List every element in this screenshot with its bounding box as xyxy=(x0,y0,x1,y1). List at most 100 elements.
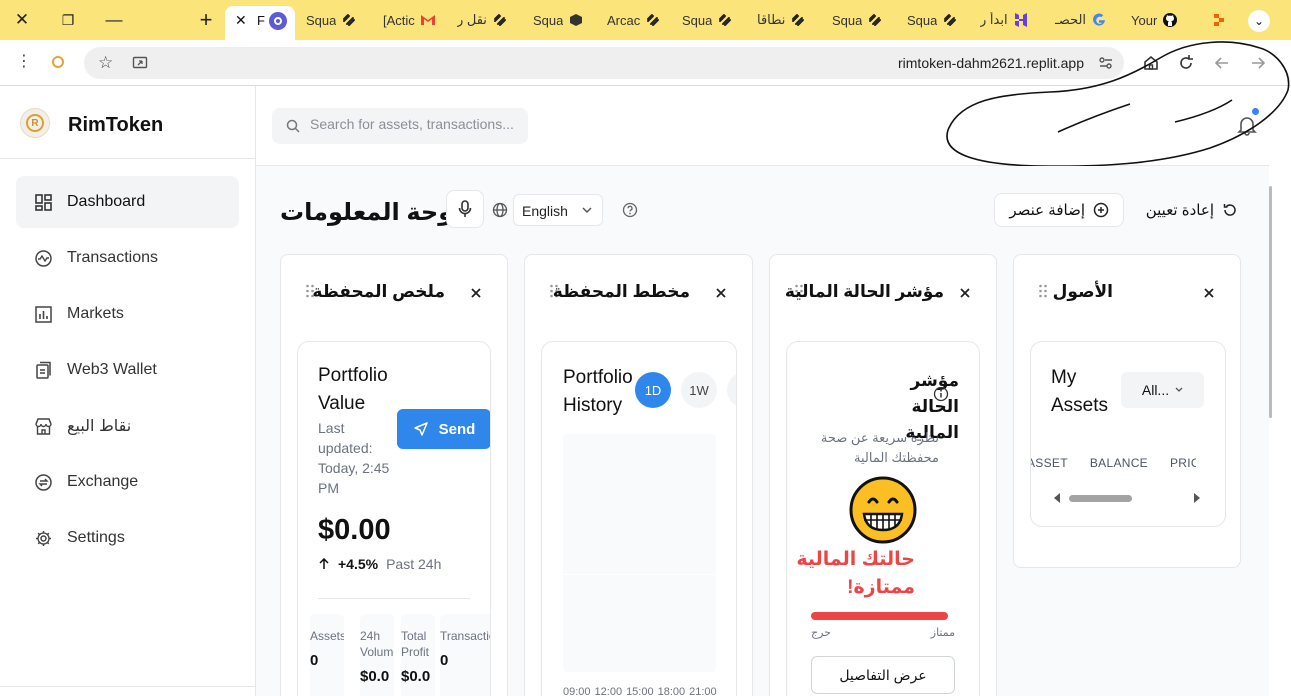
page-scroll-thumb[interactable] xyxy=(1269,186,1272,418)
brand-name: RimToken xyxy=(68,114,164,136)
tab[interactable]: Squa xyxy=(306,7,372,33)
plus-circle-icon xyxy=(1093,202,1109,218)
tab[interactable]: نطاقا xyxy=(757,7,823,33)
search-input[interactable] xyxy=(310,116,520,132)
asset-filter-value: All... xyxy=(1141,382,1170,398)
language-value: English xyxy=(522,203,568,219)
sidebar-item-dashboard[interactable]: Dashboard xyxy=(16,176,239,228)
extension-icon[interactable] xyxy=(52,56,64,68)
change-value: +4.5% xyxy=(338,556,379,572)
tab[interactable]: Arcac xyxy=(607,7,673,33)
squarespace-icon xyxy=(942,12,958,28)
range-1w[interactable]: 1W xyxy=(681,372,717,408)
tab-label: F xyxy=(257,13,265,28)
voice-button[interactable] xyxy=(446,190,484,228)
tab[interactable]: Squa xyxy=(832,7,898,33)
dashboard-icon xyxy=(35,193,52,211)
reset-label: إعادة تعيين xyxy=(1145,202,1214,219)
stat-value: 0 xyxy=(440,652,449,669)
close-icon[interactable] xyxy=(714,286,728,300)
microphone-icon xyxy=(458,200,472,217)
sidebar-item-pos[interactable]: نقاط البيع xyxy=(16,400,239,452)
sidebar-item-markets[interactable]: Markets xyxy=(16,288,239,340)
store-icon xyxy=(35,417,52,435)
language-select[interactable]: English xyxy=(513,194,603,226)
drag-handle-icon[interactable] xyxy=(1038,283,1048,299)
tab[interactable]: [Actic xyxy=(383,7,449,33)
bar-chart-icon xyxy=(35,305,52,323)
tab[interactable]: Squa xyxy=(682,7,748,33)
assets-card: My Assets All... ASSET BALANCE PRICE xyxy=(1030,341,1226,527)
x-tick-label: 21:00 xyxy=(689,686,717,696)
tab-label: Your xyxy=(1131,12,1158,28)
info-icon[interactable] xyxy=(933,386,949,402)
tab[interactable]: Squa xyxy=(533,7,599,33)
squarespace-icon xyxy=(645,12,661,28)
install-app-icon[interactable] xyxy=(132,55,148,71)
tab-label: Squa xyxy=(907,12,938,28)
sidebar-item-label: Settings xyxy=(67,529,125,546)
restore-window-icon[interactable]: ❐ xyxy=(58,10,78,30)
portfolio-value: $0.00 xyxy=(318,514,391,546)
sidebar-item-label: Dashboard xyxy=(67,193,146,210)
range-1d[interactable]: 1D xyxy=(635,372,671,408)
box-icon xyxy=(568,12,584,28)
sidebar-item-web3-wallet[interactable]: Web3 Wallet xyxy=(16,344,239,396)
health-bar-track xyxy=(811,612,948,620)
tab-label: Squa xyxy=(682,12,713,28)
sidebar-item-settings[interactable]: Settings xyxy=(16,512,239,564)
scroll-thumb[interactable] xyxy=(1069,495,1132,502)
view-details-button[interactable]: عرض التفاصيل xyxy=(811,656,955,694)
column-header: PRICE xyxy=(1169,456,1196,470)
tab-label: Squa xyxy=(306,12,337,28)
sidebar-item-label: Markets xyxy=(67,305,124,322)
health-description: نظرة سريعة عن صحة محفظتك المالية xyxy=(820,430,939,465)
close-tab-icon[interactable]: ✕ xyxy=(235,12,247,29)
stat-value: 0 xyxy=(310,652,319,669)
close-icon[interactable] xyxy=(469,286,483,300)
sidebar-divider xyxy=(0,686,255,687)
help-icon[interactable] xyxy=(622,202,638,218)
x-tick-label: 09:00 xyxy=(563,686,591,696)
close-window-icon[interactable]: ✕ xyxy=(12,10,32,30)
add-widget-button[interactable]: إضافة عنصر xyxy=(994,193,1124,227)
scroll-left-icon[interactable] xyxy=(1053,493,1061,503)
range-1m[interactable]: 1M xyxy=(727,372,736,408)
asset-filter-select[interactable]: All... xyxy=(1121,372,1204,408)
page-scrollbar[interactable] xyxy=(1269,166,1291,696)
globe-icon xyxy=(492,202,508,218)
sidebar-item-label: Transactions xyxy=(67,249,158,266)
stat-label: 24h Volume xyxy=(360,629,394,659)
squarespace-icon xyxy=(341,12,357,28)
close-icon[interactable] xyxy=(1202,286,1216,300)
rimtoken-logo-icon: R xyxy=(20,108,50,138)
portfolio-value-heading: Portfolio Value xyxy=(318,365,388,414)
send-icon xyxy=(413,422,428,436)
column-header: ASSET xyxy=(1030,456,1068,470)
send-button[interactable]: Send xyxy=(397,409,490,449)
tab[interactable]: نقل ر xyxy=(457,7,523,33)
sidebar-item-label: نقاط البيع xyxy=(67,418,132,435)
last-updated: Last updated: Today, 2:45 PM xyxy=(318,420,390,496)
close-icon[interactable] xyxy=(958,286,972,300)
new-tab-icon[interactable]: + xyxy=(196,9,216,31)
search-box[interactable] xyxy=(272,108,528,144)
gear-icon xyxy=(36,530,51,546)
table-scrollbar[interactable] xyxy=(1053,492,1201,504)
tab-label: الحصـ xyxy=(1055,12,1087,27)
tab-search-icon[interactable]: ⌄ xyxy=(1248,10,1270,32)
tab-active[interactable]: ✕ F xyxy=(225,6,295,40)
search-icon xyxy=(286,119,300,133)
chevron-down-icon xyxy=(1175,387,1183,392)
menu-icon[interactable]: ⋮ xyxy=(16,54,32,70)
sidebar-item-exchange[interactable]: Exchange xyxy=(16,456,239,508)
squarespace-icon xyxy=(867,12,883,28)
minimize-window-icon[interactable]: — xyxy=(104,10,124,30)
sidebar-item-label: Exchange xyxy=(67,473,139,490)
replit-icon xyxy=(1211,12,1227,28)
sidebar-item-transactions[interactable]: Transactions xyxy=(16,232,239,284)
bookmark-star-icon[interactable]: ☆ xyxy=(98,53,113,73)
scroll-right-icon[interactable] xyxy=(1193,493,1201,503)
activity-icon xyxy=(35,249,52,267)
reset-button[interactable]: إعادة تعيين xyxy=(1138,193,1238,227)
